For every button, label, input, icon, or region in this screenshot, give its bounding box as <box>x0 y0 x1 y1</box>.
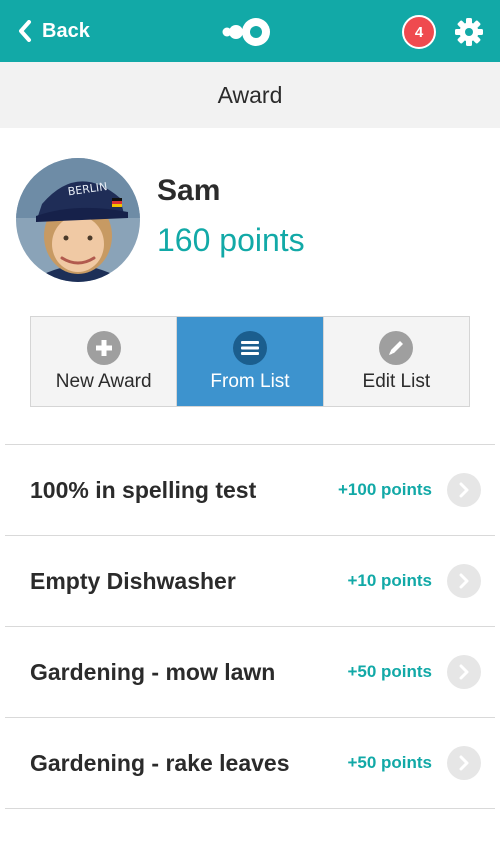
profile-points: 160 points <box>157 222 305 258</box>
award-title: Gardening - rake leaves <box>30 749 290 776</box>
chevron-right-icon[interactable] <box>447 746 481 780</box>
award-title: Gardening - mow lawn <box>30 658 276 685</box>
pencil-icon <box>379 331 414 365</box>
award-mode-tabs: New Award From List Edit List <box>30 316 470 407</box>
back-button[interactable]: Back <box>18 0 90 62</box>
chevron-right-icon[interactable] <box>447 655 481 689</box>
avatar: BERLIN <box>16 158 140 282</box>
chevron-right-icon[interactable] <box>447 564 481 598</box>
list-icon <box>232 331 267 365</box>
list-item[interactable]: Empty Dishwasher +10 points <box>5 536 495 627</box>
award-points: +10 points <box>347 571 432 590</box>
award-title: Empty Dishwasher <box>30 567 236 594</box>
award-points: +50 points <box>347 662 432 681</box>
list-item[interactable]: Gardening - rake leaves +50 points <box>5 718 495 809</box>
chevron-left-icon <box>19 20 31 42</box>
top-bar: Back 4 <box>0 0 500 62</box>
award-list: 100% in spelling test +100 points Empty … <box>5 444 495 809</box>
tab-from-list-label: From List <box>210 371 290 392</box>
tab-edit-list[interactable]: Edit List <box>322 317 469 406</box>
tab-new-award-label: New Award <box>55 371 152 392</box>
list-item[interactable]: Gardening - mow lawn +50 points <box>5 627 495 718</box>
list-item[interactable]: 100% in spelling test +100 points <box>5 445 495 536</box>
award-title: 100% in spelling test <box>30 476 257 503</box>
chevron-right-icon[interactable] <box>447 473 481 507</box>
plus-circle-icon <box>86 331 121 365</box>
page-title: Award <box>0 62 500 128</box>
back-label: Back <box>42 19 90 42</box>
notification-badge[interactable]: 4 <box>402 15 436 49</box>
award-points: +50 points <box>347 753 432 772</box>
profile-name: Sam <box>157 174 221 207</box>
gear-icon[interactable] <box>455 18 483 46</box>
award-points: +100 points <box>337 480 432 499</box>
tab-edit-list-label: Edit List <box>362 371 431 392</box>
app-logo <box>222 18 270 46</box>
tab-from-list[interactable]: From List <box>176 317 323 406</box>
tab-new-award[interactable]: New Award <box>31 317 177 406</box>
